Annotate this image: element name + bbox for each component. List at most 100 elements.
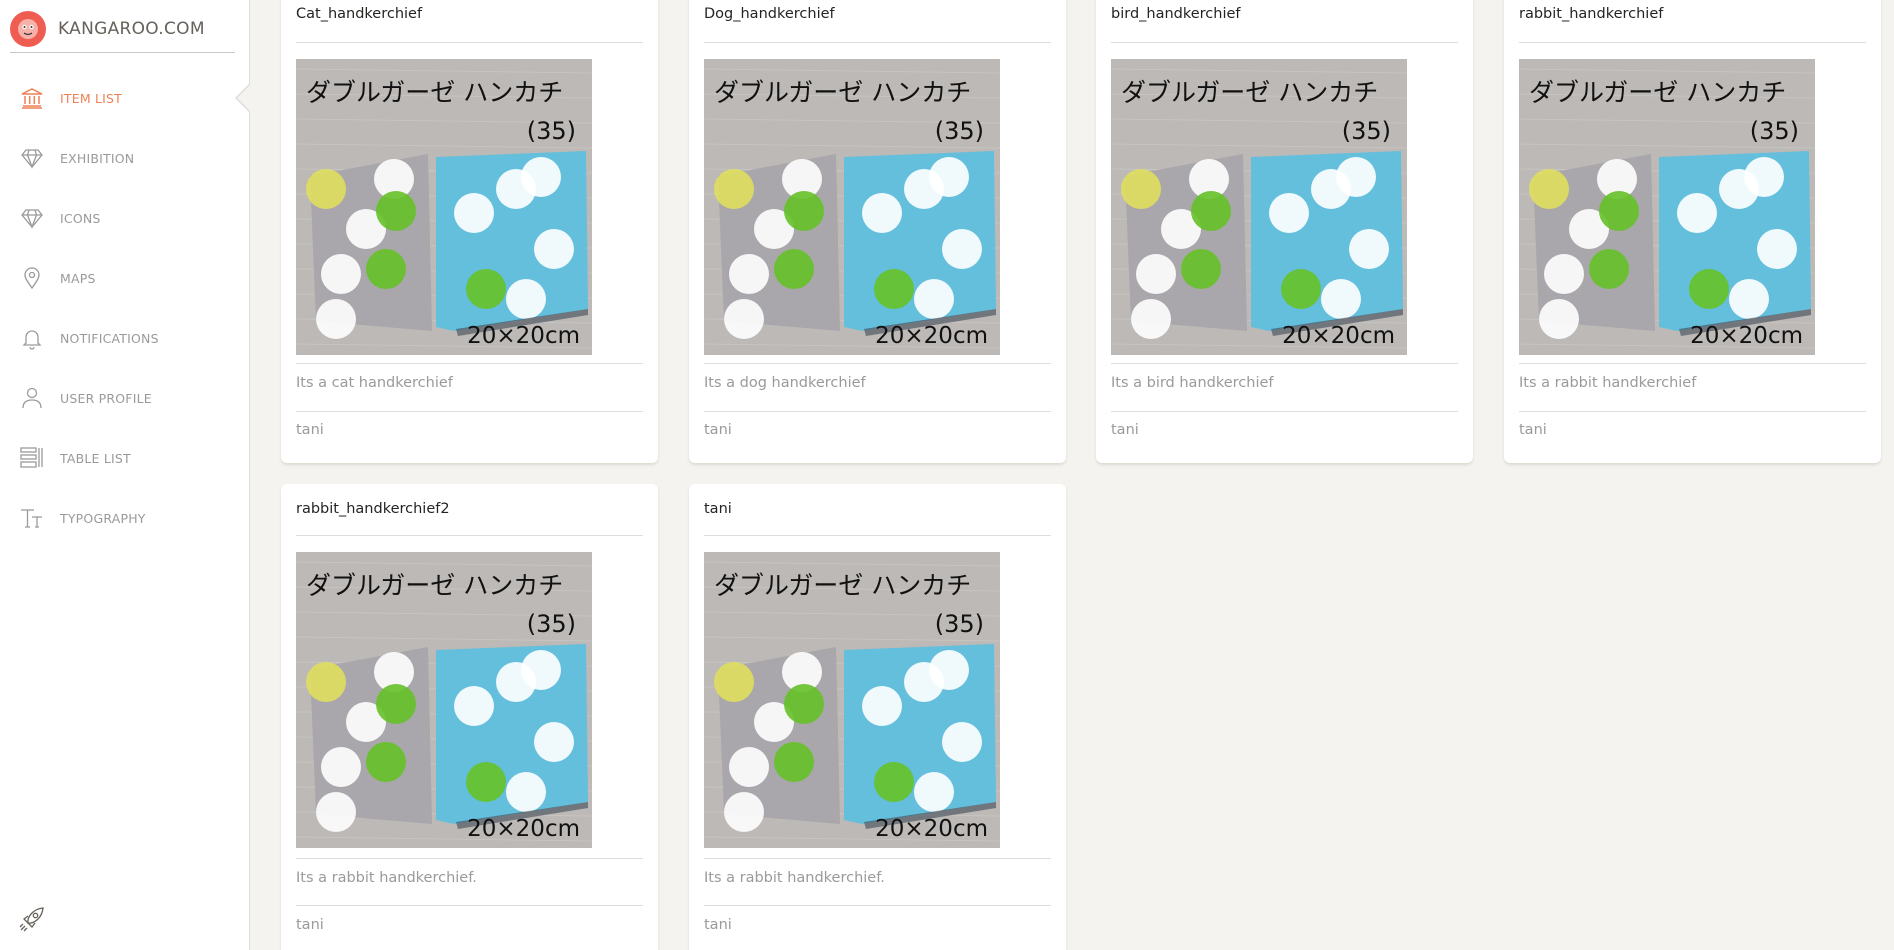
- sidebar-item-label: EXHIBITION: [60, 150, 135, 166]
- photo-size-text: 20×20cm: [1282, 323, 1395, 349]
- kangaroo-logo-icon[interactable]: [10, 11, 46, 47]
- item-image[interactable]: ダブルガーゼ ハンカチ (35) 20×20cm: [1111, 59, 1407, 355]
- handkerchief-photo: ダブルガーゼ ハンカチ (35) 20×20cm: [296, 59, 592, 355]
- sidebar-item-label: TABLE LIST: [60, 450, 131, 466]
- item-card[interactable]: Dog_handkerchief ダブルガーゼ ハンカチ (35) 20×20cm …: [689, 0, 1066, 463]
- diamond-icon: [20, 146, 44, 170]
- divider: [1519, 411, 1866, 412]
- item-author: tani: [1111, 422, 1139, 438]
- photo-number-text: (35): [935, 117, 984, 145]
- item-description: Its a bird handkerchief: [1111, 375, 1274, 391]
- photo-size-text: 20×20cm: [1690, 323, 1803, 349]
- item-card[interactable]: bird_handkerchief ダブルガーゼ ハンカチ (35) 20×20cm…: [1096, 0, 1473, 463]
- item-image[interactable]: ダブルガーゼ ハンカチ (35) 20×20cm: [704, 552, 1000, 848]
- sidebar-item-label: MAPS: [60, 270, 96, 286]
- item-image[interactable]: ダブルガーゼ ハンカチ (35) 20×20cm: [296, 59, 592, 355]
- photo-caption-text: ダブルガーゼ ハンカチ: [714, 571, 971, 600]
- item-title[interactable]: bird_handkerchief: [1111, 6, 1241, 22]
- item-description: Its a cat handkerchief: [296, 375, 453, 391]
- item-description: Its a rabbit handkerchief.: [704, 870, 885, 886]
- divider: [296, 858, 643, 859]
- divider: [296, 42, 643, 43]
- divider: [1111, 42, 1458, 43]
- pin-icon: [20, 266, 44, 290]
- handkerchief-photo: ダブルガーゼ ハンカチ (35) 20×20cm: [296, 552, 592, 848]
- item-author: tani: [704, 422, 732, 438]
- text-icon: [20, 506, 44, 530]
- handkerchief-photo: ダブルガーゼ ハンカチ (35) 20×20cm: [704, 59, 1000, 355]
- item-title[interactable]: rabbit_handkerchief: [1519, 6, 1663, 22]
- item-description: Its a rabbit handkerchief.: [296, 870, 477, 886]
- divider: [296, 411, 643, 412]
- rocket-icon[interactable]: [18, 905, 46, 933]
- divider: [704, 42, 1051, 43]
- sidebar-item-item-list[interactable]: ITEM LIST: [0, 68, 251, 128]
- handkerchief-photo: ダブルガーゼ ハンカチ (35) 20×20cm: [1111, 59, 1407, 355]
- item-description: Its a dog handkerchief: [704, 375, 866, 391]
- item-author: tani: [1519, 422, 1547, 438]
- divider: [1111, 411, 1458, 412]
- divider: [1519, 363, 1866, 364]
- item-title[interactable]: Dog_handkerchief: [704, 6, 835, 22]
- handkerchief-photo: ダブルガーゼ ハンカチ (35) 20×20cm: [1519, 59, 1815, 355]
- photo-size-text: 20×20cm: [467, 323, 580, 349]
- sidebar-item-typography[interactable]: TYPOGRAPHY: [0, 488, 250, 548]
- item-image[interactable]: ダブルガーゼ ハンカチ (35) 20×20cm: [1519, 59, 1815, 355]
- photo-caption-text: ダブルガーゼ ハンカチ: [306, 571, 563, 600]
- item-author: tani: [704, 917, 732, 933]
- divider: [1519, 42, 1866, 43]
- photo-number-text: (35): [935, 610, 984, 638]
- sidebar-item-label: NOTIFICATIONS: [60, 330, 159, 346]
- sidebar-item-notifications[interactable]: NOTIFICATIONS: [0, 308, 250, 368]
- sidebar-item-label: TYPOGRAPHY: [60, 510, 146, 526]
- photo-size-text: 20×20cm: [467, 816, 580, 842]
- divider: [704, 363, 1051, 364]
- photo-number-text: (35): [527, 117, 576, 145]
- item-author: tani: [296, 422, 324, 438]
- sidebar-item-user-profile[interactable]: USER PROFILE: [0, 368, 250, 428]
- divider: [704, 535, 1051, 536]
- divider: [1111, 363, 1458, 364]
- divider: [704, 905, 1051, 906]
- sidebar: KANGAROO.COM ITEM LIST EXHIBITION ICONS …: [0, 0, 251, 950]
- photo-size-text: 20×20cm: [875, 816, 988, 842]
- photo-number-text: (35): [1342, 117, 1391, 145]
- brand-name[interactable]: KANGAROO.COM: [58, 19, 205, 39]
- sidebar-item-exhibition[interactable]: EXHIBITION: [0, 128, 250, 188]
- brand[interactable]: KANGAROO.COM: [10, 6, 235, 53]
- active-caret: [237, 84, 251, 112]
- sidebar-item-icons[interactable]: ICONS: [0, 188, 250, 248]
- sidebar-item-maps[interactable]: MAPS: [0, 248, 250, 308]
- item-title[interactable]: rabbit_handkerchief2: [296, 501, 450, 517]
- item-title[interactable]: tani: [704, 501, 732, 517]
- divider: [296, 363, 643, 364]
- sidebar-item-label: ITEM LIST: [60, 90, 122, 106]
- item-card[interactable]: tani ダブルガーゼ ハンカチ (35) 20×20cm Its a rabbit…: [689, 484, 1066, 950]
- photo-caption-text: ダブルガーゼ ハンカチ: [306, 78, 563, 107]
- divider: [296, 535, 643, 536]
- sidebar-nav: ITEM LIST EXHIBITION ICONS MAPS NOTIFICA…: [0, 68, 251, 548]
- photo-size-text: 20×20cm: [875, 323, 988, 349]
- item-card[interactable]: rabbit_handkerchief2 ダブルガーゼ ハンカチ (35) 20×2…: [281, 484, 658, 950]
- item-description: Its a rabbit handkerchief: [1519, 375, 1697, 391]
- item-card[interactable]: rabbit_handkerchief ダブルガーゼ ハンカチ (35) 20×20…: [1504, 0, 1881, 463]
- item-card[interactable]: Cat_handkerchief ダブルガーゼ ハンカチ (35) 20×20cm …: [281, 0, 658, 463]
- divider: [296, 905, 643, 906]
- item-title[interactable]: Cat_handkerchief: [296, 6, 422, 22]
- user-icon: [20, 386, 44, 410]
- photo-number-text: (35): [527, 610, 576, 638]
- bank-icon: [20, 86, 44, 110]
- diamond-icon: [20, 206, 44, 230]
- photo-caption-text: ダブルガーゼ ハンカチ: [714, 78, 971, 107]
- item-image[interactable]: ダブルガーゼ ハンカチ (35) 20×20cm: [704, 59, 1000, 355]
- divider: [704, 411, 1051, 412]
- bell-icon: [20, 326, 44, 350]
- photo-number-text: (35): [1750, 117, 1799, 145]
- handkerchief-photo: ダブルガーゼ ハンカチ (35) 20×20cm: [704, 552, 1000, 848]
- sidebar-item-table-list[interactable]: TABLE LIST: [0, 428, 250, 488]
- sidebar-item-label: ICONS: [60, 210, 101, 226]
- list-icon: [20, 446, 44, 470]
- sidebar-item-label: USER PROFILE: [60, 390, 152, 406]
- item-image[interactable]: ダブルガーゼ ハンカチ (35) 20×20cm: [296, 552, 592, 848]
- item-author: tani: [296, 917, 324, 933]
